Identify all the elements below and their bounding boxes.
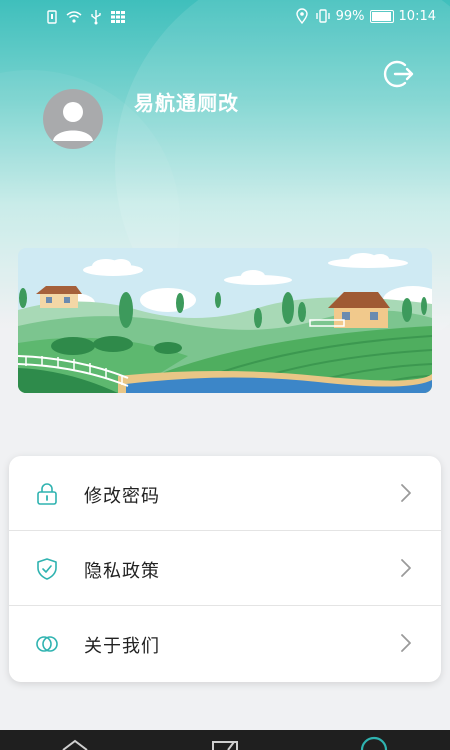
battery-percent: 99% — [335, 8, 365, 24]
wifi-icon — [66, 11, 82, 23]
banner-image — [18, 248, 432, 393]
chevron-right-icon — [401, 484, 411, 502]
user-icon — [53, 102, 93, 141]
settings-menu: 修改密码 隐私政策 关于我们 — [9, 456, 441, 682]
about-circles-icon — [36, 636, 58, 652]
grid-app-icon — [111, 11, 125, 23]
clock-time: 10:14 — [398, 8, 436, 24]
username: 易航通厕改 — [134, 91, 239, 115]
avatar[interactable] — [43, 89, 103, 149]
edit-icon[interactable] — [210, 738, 240, 750]
home-icon[interactable] — [60, 736, 90, 750]
chevron-right-icon — [401, 634, 411, 652]
battery-icon — [369, 9, 394, 23]
countryside-illustration — [18, 248, 432, 393]
menu-item-about-us[interactable]: 关于我们 — [9, 606, 441, 680]
vibrate-icon — [315, 9, 330, 23]
menu-item-label: 隐私政策 — [84, 561, 160, 582]
usb-icon — [91, 10, 101, 25]
profile-tab-icon[interactable] — [358, 736, 390, 750]
menu-item-privacy-policy[interactable]: 隐私政策 — [9, 531, 441, 605]
menu-item-change-password[interactable]: 修改密码 — [9, 456, 441, 530]
chevron-right-icon — [401, 559, 411, 577]
menu-item-label: 关于我们 — [84, 636, 160, 657]
lock-icon — [37, 483, 57, 505]
location-icon — [295, 8, 308, 24]
logout-icon[interactable] — [381, 57, 415, 91]
sim-icon — [47, 10, 57, 24]
menu-item-label: 修改密码 — [84, 486, 160, 507]
status-bar: 99% 10:14 — [0, 0, 450, 34]
bottom-nav-bar — [0, 730, 450, 750]
shield-check-icon — [37, 558, 57, 580]
